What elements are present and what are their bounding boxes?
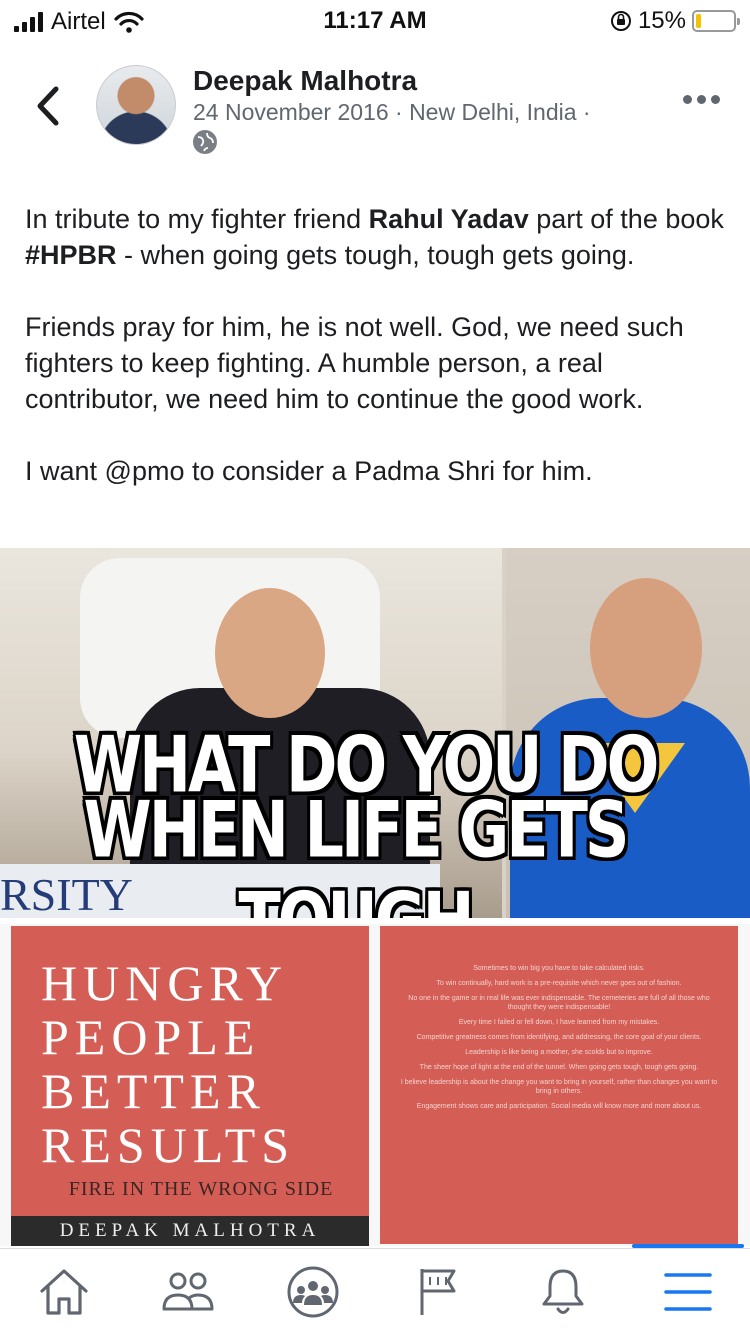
book-subtitle: FIRE IN THE WRONG SIDE [68, 1178, 334, 1200]
more-dots-icon [683, 95, 692, 104]
notifications-bell-icon [542, 1269, 584, 1314]
tagged-person[interactable]: Rahul Yadav [369, 204, 529, 234]
post-photo-1[interactable]: RSITY WHAT DO YOU DO WHEN LIFE GETS TOUG… [0, 548, 750, 918]
globe-icon [193, 130, 217, 154]
book-back-cover: Sometimes to win big you have to take ca… [380, 926, 738, 1244]
battery-percent: 15% [637, 7, 686, 34]
home-icon [40, 1269, 88, 1315]
nav-pages[interactable] [408, 1265, 468, 1319]
book-quote: The sheer hope of light at the end of th… [419, 1064, 699, 1071]
book-quote: To win continually, hard work is a pre-r… [436, 980, 682, 987]
book-quotes: Sometimes to win big you have to take ca… [398, 964, 720, 1117]
author-avatar[interactable] [96, 65, 176, 145]
author-name[interactable]: Deepak Malhotra [193, 65, 417, 97]
post-paragraph-2: Friends pray for him, he is not well. Go… [25, 312, 684, 414]
nav-menu[interactable] [658, 1265, 718, 1319]
nav-notifications[interactable] [533, 1265, 593, 1319]
nav-home[interactable] [34, 1265, 94, 1319]
orientation-lock-icon [610, 11, 631, 31]
post-body: In tribute to my fighter friend Rahul Ya… [25, 201, 725, 525]
friends-icon [162, 1272, 214, 1311]
battery-icon [692, 10, 740, 32]
pages-flag-icon [420, 1269, 456, 1315]
battery-group: 15% [610, 7, 740, 35]
book-quote: Leadership is like being a mother, she s… [465, 1049, 653, 1056]
book-author: DEEPAK MALHOTRA [11, 1216, 369, 1246]
book-quote: Every time I failed or fell down, I have… [458, 1019, 660, 1026]
status-bar: Airtel 11:17 AM 15% [0, 0, 750, 40]
back-button[interactable] [28, 81, 68, 131]
book-title-line: PEOPLE [41, 1009, 261, 1065]
bottom-nav [0, 1248, 750, 1334]
photo-person-right-head [590, 578, 702, 718]
book-title-line: HUNGRY [41, 955, 289, 1011]
hashtag-link[interactable]: #HPBR [25, 240, 117, 270]
book-quote: No one in the game or in real life was e… [408, 995, 710, 1011]
book-quote: Engagement shows care and participation.… [416, 1103, 702, 1110]
nav-friends[interactable] [158, 1265, 218, 1319]
book-title-line: BETTER [41, 1063, 266, 1119]
post-meta[interactable]: 24 November 2016 · New Delhi, India · [193, 99, 591, 126]
photo-person-left-head [215, 588, 325, 718]
back-chevron-icon [37, 86, 59, 126]
book-quote: I believe leadership is about the change… [400, 1079, 718, 1095]
post-paragraph-3: I want @pmo to consider a Padma Shri for… [25, 456, 593, 486]
nav-groups[interactable] [283, 1265, 343, 1319]
book-front-cover: HUNGRY PEOPLE BETTER RESULTS FIRE IN THE… [11, 926, 369, 1244]
post-header: Deepak Malhotra 24 November 2016 · New D… [0, 55, 750, 165]
book-quote: Sometimes to win big you have to take ca… [473, 965, 645, 972]
groups-icon [287, 1266, 339, 1318]
text-span: In tribute to my fighter friend [25, 204, 369, 234]
text-span: - when going gets tough, tough gets goin… [116, 240, 635, 270]
menu-icon [664, 1273, 712, 1311]
book-quote: Competitive greatness comes from identif… [416, 1034, 702, 1041]
more-dot [697, 95, 706, 104]
book-title-line: RESULTS [41, 1117, 296, 1173]
text-span: part of the book [528, 204, 724, 234]
post-paragraph-1: In tribute to my fighter friend Rahul Ya… [25, 201, 725, 273]
battery-level [696, 14, 701, 28]
more-options-button[interactable] [683, 95, 720, 104]
post-photo-2[interactable]: HUNGRY PEOPLE BETTER RESULTS FIRE IN THE… [0, 924, 750, 1246]
photo-caption-line-2: WHEN LIFE GETS TOUGH [83, 783, 629, 918]
book-title: HUNGRY PEOPLE BETTER RESULTS [41, 956, 361, 1172]
more-dot [711, 95, 720, 104]
